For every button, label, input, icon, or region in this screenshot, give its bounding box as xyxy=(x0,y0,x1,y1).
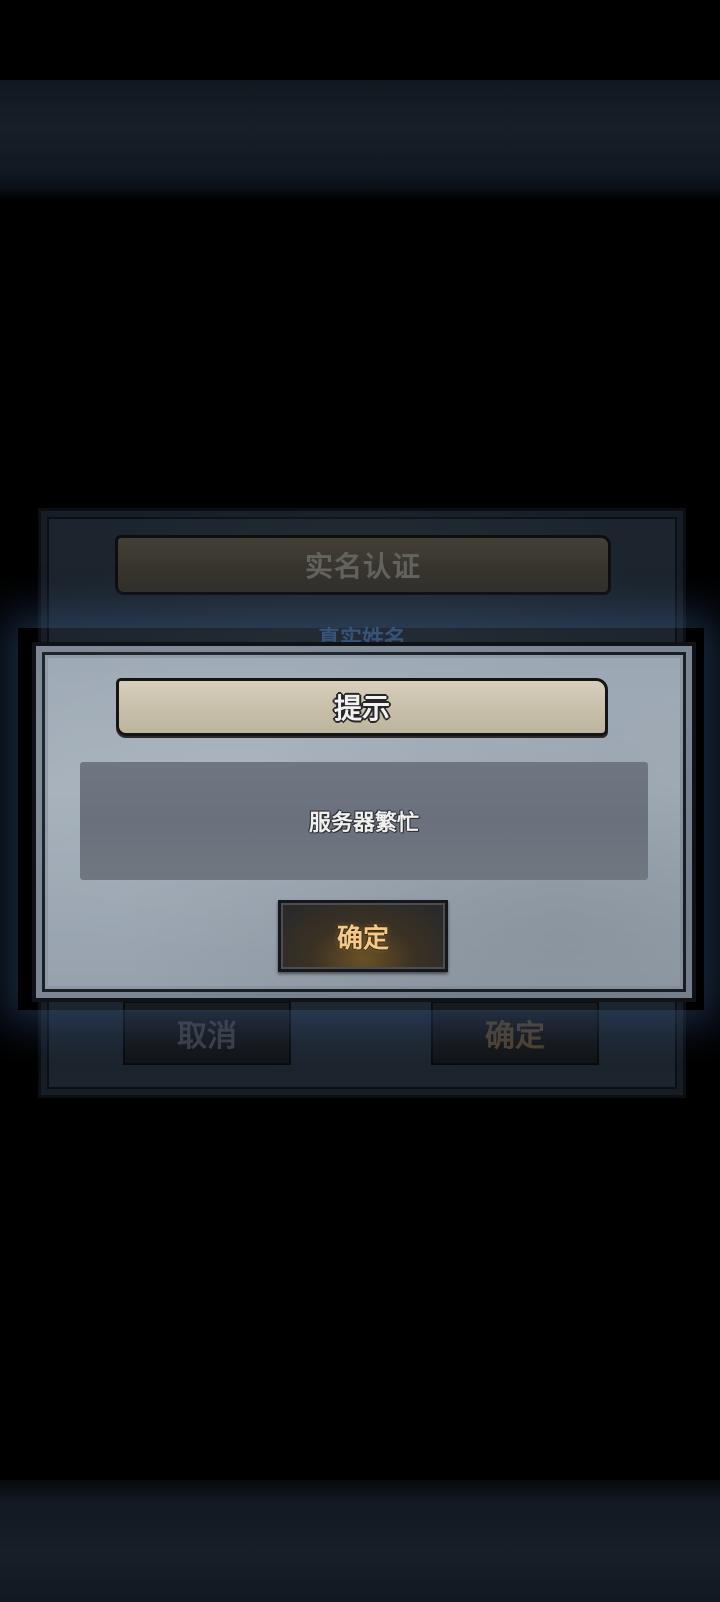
bottom-frame-bar xyxy=(0,1480,720,1602)
alert-message-box: 服务器繁忙 xyxy=(80,762,648,880)
realname-cancel-button: 取消 xyxy=(123,1001,291,1065)
realname-title: 实名认证 xyxy=(304,550,421,583)
realname-confirm-button: 确定 xyxy=(431,1001,599,1065)
alert-dialog: 提示 服务器繁忙 确定 xyxy=(32,642,696,1002)
alert-title: 提示 xyxy=(333,692,390,725)
alert-confirm-button[interactable]: 确定 xyxy=(278,900,448,972)
alert-confirm-label: 确定 xyxy=(336,923,389,954)
game-screen: 实名认证 真实姓名 取消 确定 提示 服务器繁忙 确定 xyxy=(0,0,720,1602)
alert-message: 服务器繁忙 xyxy=(308,811,419,836)
alert-title-plate: 提示 xyxy=(116,678,608,736)
realname-title-plate: 实名认证 xyxy=(115,535,611,595)
top-frame-bar xyxy=(0,80,720,200)
